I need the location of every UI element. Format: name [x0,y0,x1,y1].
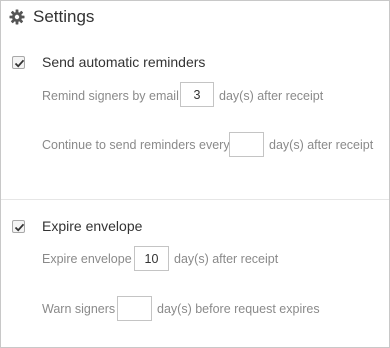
remind-days-input[interactable] [180,82,214,107]
settings-panel: Settings Send automatic reminders Remind… [0,0,390,348]
settings-header: Settings [9,7,94,27]
expire-envelope-label: Expire envelope [42,218,143,234]
send-reminders-checkbox[interactable] [12,56,25,69]
continue-suffix: day(s) after receipt [269,138,374,152]
section-divider [1,199,389,200]
continue-days-input[interactable] [229,132,264,157]
warn-days-input[interactable] [117,296,152,321]
expire-prefix: Expire envelope [42,252,132,266]
page-title: Settings [33,7,95,26]
continue-prefix: Continue to send reminders every [42,138,230,152]
send-reminders-label: Send automatic reminders [42,54,206,70]
checkmark-icon [14,223,25,232]
expire-suffix: day(s) after receipt [174,252,279,266]
warn-suffix: day(s) before request expires [157,302,320,316]
expire-days-input[interactable] [134,246,169,271]
remind-suffix: day(s) after receipt [219,89,324,103]
gear-icon [9,9,25,25]
remind-prefix: Remind signers by email [42,89,179,103]
warn-prefix: Warn signers [42,302,116,316]
checkmark-icon [14,59,25,68]
expire-envelope-checkbox[interactable] [12,220,25,233]
